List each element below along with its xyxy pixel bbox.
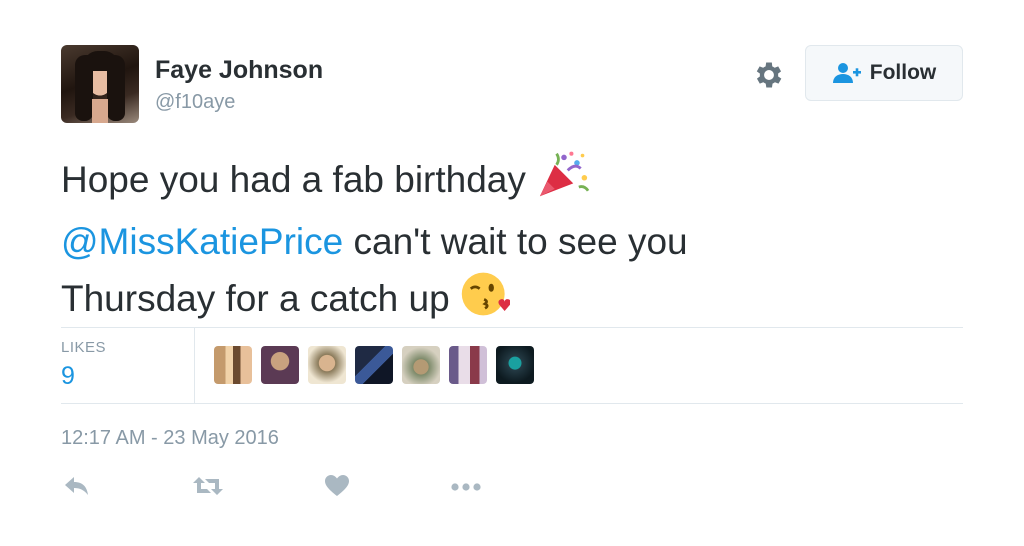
person-add-icon — [832, 62, 862, 84]
gear-icon[interactable] — [752, 58, 786, 92]
retweet-icon[interactable] — [191, 474, 225, 503]
liker-avatar-5[interactable] — [402, 346, 440, 384]
avatar[interactable] — [61, 45, 139, 123]
reply-icon[interactable] — [63, 474, 91, 503]
stats-divider — [194, 328, 195, 403]
tweet-line-2: can't wait to see you — [343, 221, 688, 262]
follow-label: Follow — [869, 61, 937, 84]
follow-button[interactable]: Follow — [805, 45, 963, 101]
likers-list — [214, 346, 534, 384]
tweet-text: Hope you had a fab birthday @MissKatiePr… — [61, 150, 921, 334]
liker-avatar-4[interactable] — [355, 346, 393, 384]
liker-avatar-7[interactable] — [496, 346, 534, 384]
likes-label: LIKES — [61, 339, 107, 356]
liker-avatar-1[interactable] — [214, 346, 252, 384]
like-icon[interactable] — [324, 474, 350, 503]
liker-avatar-3[interactable] — [308, 346, 346, 384]
mention-link[interactable]: @MissKatiePrice — [61, 221, 343, 262]
tweet-line-1: Hope you had a fab birthday — [61, 159, 526, 200]
tweet-line-3: Thursday for a catch up — [61, 278, 450, 319]
liker-avatar-6[interactable] — [449, 346, 487, 384]
liker-avatar-2[interactable] — [261, 346, 299, 384]
timestamp[interactable]: 12:17 AM - 23 May 2016 — [61, 427, 279, 450]
divider — [61, 327, 963, 328]
face-throwing-kiss-emoji — [460, 269, 511, 334]
display-name[interactable]: Faye Johnson — [155, 56, 323, 85]
likes-count[interactable]: 9 — [61, 362, 75, 391]
more-icon[interactable] — [449, 474, 483, 503]
divider — [61, 403, 963, 404]
user-handle[interactable]: @f10aye — [155, 91, 235, 114]
party-popper-emoji — [536, 150, 592, 215]
